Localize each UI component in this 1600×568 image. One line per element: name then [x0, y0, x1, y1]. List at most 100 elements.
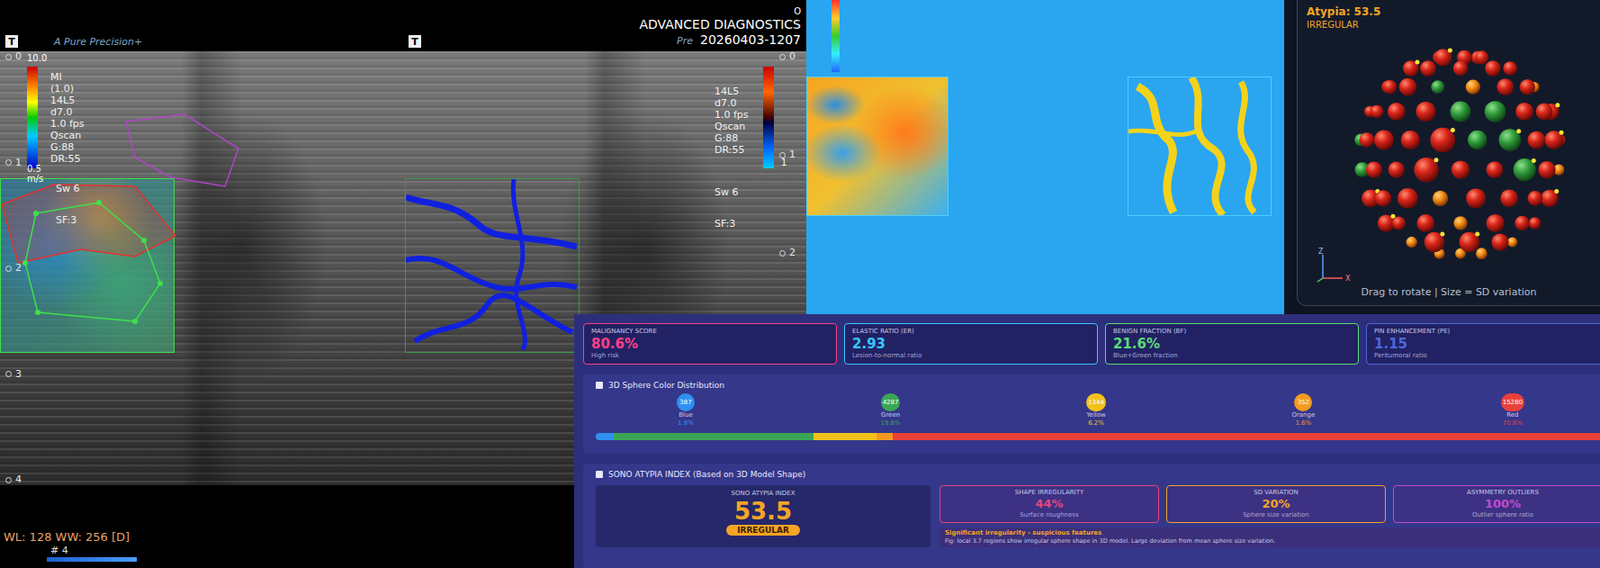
count-badge: 4287	[880, 393, 901, 412]
scan-parameters: MI(1.0)14L5d7.01.0 fpsQscanG:88DR:55	[50, 71, 85, 165]
scan-parameter: 1.0 fps	[50, 117, 85, 130]
color-name: Red	[1506, 411, 1519, 420]
elasticity-colorbar	[26, 66, 38, 169]
roi-setting: Sw 6	[55, 182, 80, 195]
distribution-item: 4287 Green 19.8%	[880, 393, 900, 428]
flow-heatmap	[1127, 76, 1272, 216]
atypia-grid: SONO ATYPIA INDEX 53.5 IRREGULAR SHAPE I…	[595, 485, 1600, 548]
metric-card: MALIGNANCY SCORE 80.6% High risk	[583, 323, 837, 365]
depth-label: 0	[779, 51, 796, 63]
card-caption: Surface roughness	[1019, 511, 1079, 520]
distribution-list: 387 Blue 1.8%4287 Green 19.8%1344 Yellow…	[595, 390, 1600, 428]
depth-label: 1	[5, 157, 22, 169]
index-label: SONO ATYPIA INDEX	[731, 488, 796, 498]
atypia-card: ASYMMETRY OUTLIERS 100% Outlier sphere r…	[1393, 485, 1600, 523]
color-percent: 19.8%	[880, 419, 900, 428]
atypia-index-box: SONO ATYPIA INDEX 53.5 IRREGULAR	[595, 485, 931, 548]
heatmap-window	[806, 0, 1285, 315]
card-value: 20%	[1261, 496, 1290, 512]
roi-settings: Sw 6 SF:3	[714, 186, 738, 230]
card-label: SD VARIATION	[1253, 488, 1298, 497]
roi-setting: SF:3	[714, 217, 738, 230]
panel-title: 3D Sphere Color Distribution	[595, 379, 1600, 391]
color-percent: 1.6%	[1294, 419, 1312, 428]
scan-parameter: 14L5	[50, 94, 85, 107]
distribution-segment	[892, 432, 1600, 441]
metric-label: MALIGNANCY SCORE	[591, 327, 829, 336]
distribution-segment	[813, 432, 877, 441]
color-percent: 1.8%	[677, 419, 694, 428]
color-percent: 6.2%	[1087, 419, 1105, 428]
text-tool-button[interactable]: T	[5, 35, 18, 48]
index-badge: IRREGULAR	[726, 524, 800, 536]
color-name: Orange	[1291, 411, 1315, 420]
frame-slider[interactable]	[46, 557, 137, 562]
metric-value: 80.6%	[591, 335, 829, 352]
depth-label: 3	[5, 368, 22, 380]
scan-parameter: MI	[50, 71, 85, 83]
scan-parameter: G:88	[50, 141, 85, 153]
flow-signal-icon	[405, 179, 577, 351]
color-name: Green	[880, 411, 900, 420]
chart-icon	[595, 381, 603, 389]
elasticity-heatmap	[806, 76, 949, 216]
distribution-item: 352 Orange 1.6%	[1291, 393, 1315, 428]
card-value: 44%	[1034, 496, 1063, 512]
text-tool-button[interactable]: T	[408, 35, 422, 48]
viewer-title: ADVANCED DIAGNOSTICS	[638, 17, 801, 33]
heatmap-colorbar	[831, 0, 840, 72]
color-name: Blue	[678, 411, 693, 420]
color-name: Yellow	[1086, 411, 1106, 420]
distribution-item: 387 Blue 1.8%	[676, 393, 695, 428]
roi-setting: Sw 6	[714, 186, 738, 198]
rotate-hint: Drag to rotate | Size = SD variation	[1306, 286, 1592, 298]
colorbar-label: 1	[781, 157, 787, 168]
frame-header: T O ADVANCED DIAGNOSTICS Pre 20260403-12…	[403, 0, 807, 52]
index-icon	[595, 470, 603, 478]
atypia-title: Atypia: 53.5	[1306, 5, 1592, 19]
study-info: O ADVANCED DIAGNOSTICS Pre 20260403-1207	[638, 6, 801, 48]
svg-text:Z: Z	[1318, 247, 1324, 256]
distribution-bar	[595, 432, 1600, 441]
flow-colorbar	[763, 66, 774, 169]
brand-label: Pre	[676, 35, 693, 47]
depth-scale: 01234	[5, 51, 22, 486]
atypia-card: SHAPE IRREGULARITY 44% Surface roughness	[939, 485, 1160, 523]
elastography-frame: 01234 10.0 MI(1.0)14L5d7.01.0 fpsQscanG:…	[0, 51, 404, 486]
metric-label: PIN ENHANCEMENT (PE)	[1374, 327, 1600, 336]
metric-caption: Peritumoral ratio	[1374, 351, 1600, 360]
card-caption: Outlier sphere ratio	[1472, 511, 1534, 520]
scan-parameter: Qscan	[50, 129, 85, 142]
panel-title: SONO ATYPIA INDEX (Based on 3D Model Sha…	[595, 468, 1600, 480]
analysis-dashboard: MALIGNANCY SCORE 80.6% High riskELASTIC …	[574, 314, 1600, 568]
depth-scale: 0 1 2	[779, 51, 796, 259]
atypia-card: SD VARIATION 20% Sphere size variation	[1166, 485, 1386, 523]
metric-value: 2.93	[852, 335, 1090, 352]
sphere-card: Atypia: 53.5 IRREGULAR ZX Drag to rotate…	[1296, 0, 1600, 306]
distribution-segment	[876, 432, 893, 441]
metric-card: ELASTIC RATIO (ER) 2.93 Lesion-to-normal…	[844, 323, 1098, 365]
count-badge: 352	[1294, 393, 1313, 412]
timestamp-row: Pre 20260403-1207	[676, 32, 801, 48]
metric-label: ELASTIC RATIO (ER)	[852, 327, 1090, 336]
scan-parameters: 14L5d7.01.0 fpsQscanG:88DR:55	[714, 85, 749, 156]
elastography-roi	[0, 178, 175, 353]
timestamp: 20260403-1207	[700, 32, 801, 48]
scan-parameter: 1.0 fps	[714, 108, 749, 121]
finding-detail: Fig: local 3.7 regions show irregular sp…	[944, 537, 1600, 546]
brand-label: A Pure Precision+	[53, 35, 143, 48]
card-label: SHAPE IRREGULARITY	[1015, 488, 1084, 497]
depth-label: 4	[5, 474, 22, 486]
atypia-card-row: SHAPE IRREGULARITY 44% Surface roughness…	[939, 485, 1600, 523]
metric-value: 1.15	[1374, 335, 1600, 352]
svg-text:X: X	[1345, 274, 1351, 283]
metric-card: BENIGN FRACTION (BF) 21.6% Blue+Green fr…	[1105, 323, 1359, 365]
card-caption: Sphere size variation	[1242, 511, 1310, 520]
roi-settings: Sw 6SF:3	[55, 182, 80, 226]
sphere-model-icon[interactable]	[1306, 34, 1600, 278]
frame-header: T A Pure Precision+	[0, 0, 404, 52]
metric-caption: Lesion-to-normal ratio	[852, 351, 1090, 360]
count-badge: 15280	[1501, 393, 1525, 412]
depth-label: 2	[779, 247, 796, 259]
depth-label: 0	[5, 51, 22, 63]
